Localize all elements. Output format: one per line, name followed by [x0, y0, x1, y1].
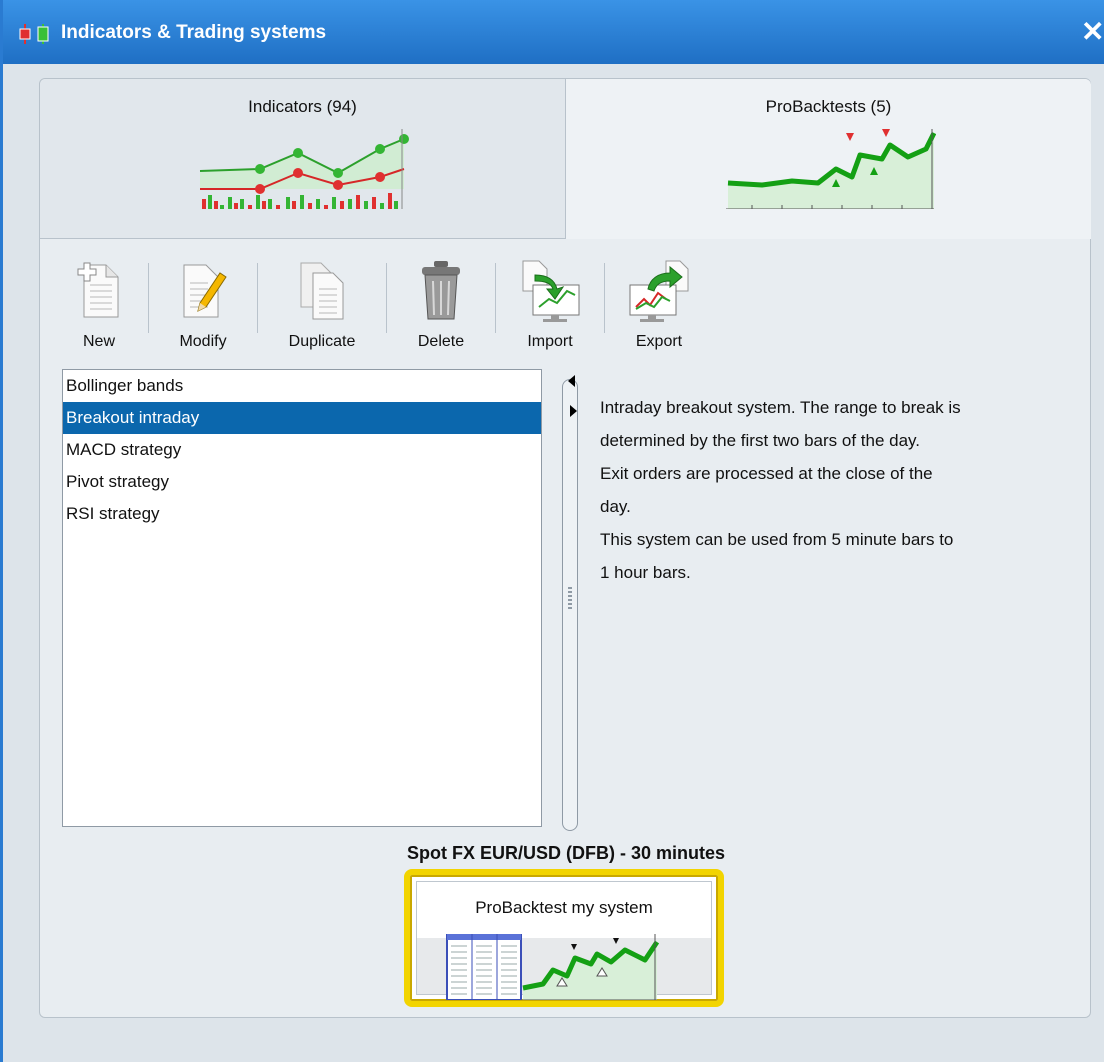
list-item[interactable]: RSI strategy: [63, 498, 541, 530]
toolbar-separator: [604, 263, 605, 333]
import-button[interactable]: Import: [510, 255, 590, 351]
list-item[interactable]: Breakout intraday: [63, 402, 541, 434]
indicators-chart-icon: [199, 129, 409, 209]
tab-probacktests-label: ProBacktests (5): [765, 97, 892, 116]
export-label: Export: [635, 333, 683, 350]
description-line: day.: [600, 497, 631, 516]
probacktest-button[interactable]: ProBacktest my system: [404, 869, 724, 1007]
tab-indicators-label: Indicators (94): [248, 97, 357, 116]
export-icon: [629, 260, 689, 322]
grip-icon: [568, 587, 572, 609]
delete-label: Delete: [417, 333, 465, 350]
modify-button[interactable]: Modify: [163, 255, 243, 351]
list-item[interactable]: MACD strategy: [63, 434, 541, 466]
modify-label: Modify: [179, 333, 227, 350]
edit-pencil-icon: [183, 264, 227, 318]
candlestick-icon: [17, 24, 53, 49]
export-button[interactable]: Export: [619, 255, 699, 351]
probacktest-button-face: ProBacktest my system: [416, 881, 712, 1000]
duplicate-button[interactable]: Duplicate: [272, 255, 372, 351]
new-document-icon: [77, 262, 119, 318]
window-title: Indicators & Trading systems: [61, 22, 327, 43]
expand-right-icon[interactable]: [570, 405, 577, 417]
title-bar[interactable]: Indicators & Trading systems ✕: [3, 0, 1104, 64]
dialog-window: Indicators & Trading systems ✕ Indicator…: [0, 0, 1104, 1062]
toolbar-separator: [257, 263, 258, 333]
toolbar-separator: [148, 263, 149, 333]
description-line: determined by the first two bars of the …: [600, 431, 921, 450]
probacktest-chart-icon: [725, 129, 936, 209]
new-button[interactable]: New: [64, 255, 134, 351]
toolbar-separator: [386, 263, 387, 333]
systems-list[interactable]: Bollinger bands Breakout intraday MACD s…: [62, 369, 542, 827]
description-line: Intraday breakout system. The range to b…: [600, 398, 961, 417]
instrument-label: Spot FX EUR/USD (DFB) - 30 minutes: [406, 843, 725, 863]
list-item[interactable]: Bollinger bands: [63, 370, 541, 402]
list-item[interactable]: Pivot strategy: [63, 466, 541, 498]
toolbar: New Modify Duplicate Delete Import Expor…: [64, 255, 699, 355]
probacktest-button-label: ProBacktest my system: [475, 898, 653, 917]
system-description: Intraday breakout system. The range to b…: [600, 391, 1070, 589]
delete-button[interactable]: Delete: [401, 255, 481, 351]
backtest-chart-icon: [446, 934, 660, 1000]
duplicate-icon: [300, 262, 344, 320]
description-line: 1 hour bars.: [600, 563, 691, 582]
close-icon[interactable]: ✕: [1081, 16, 1104, 48]
trash-icon: [422, 261, 460, 320]
new-label: New: [82, 333, 115, 350]
tab-probacktests[interactable]: ProBacktests (5): [566, 79, 1091, 239]
import-icon: [522, 260, 580, 322]
tab-indicators[interactable]: Indicators (94): [40, 79, 566, 239]
duplicate-label: Duplicate: [288, 333, 356, 350]
description-line: This system can be used from 5 minute ba…: [600, 530, 954, 549]
main-panel: Indicators (94) ProBacktests (5) New Mod…: [39, 78, 1091, 1018]
description-line: Exit orders are processed at the close o…: [600, 464, 933, 483]
import-label: Import: [527, 333, 573, 350]
collapse-left-icon[interactable]: [568, 375, 575, 387]
toolbar-separator: [495, 263, 496, 333]
